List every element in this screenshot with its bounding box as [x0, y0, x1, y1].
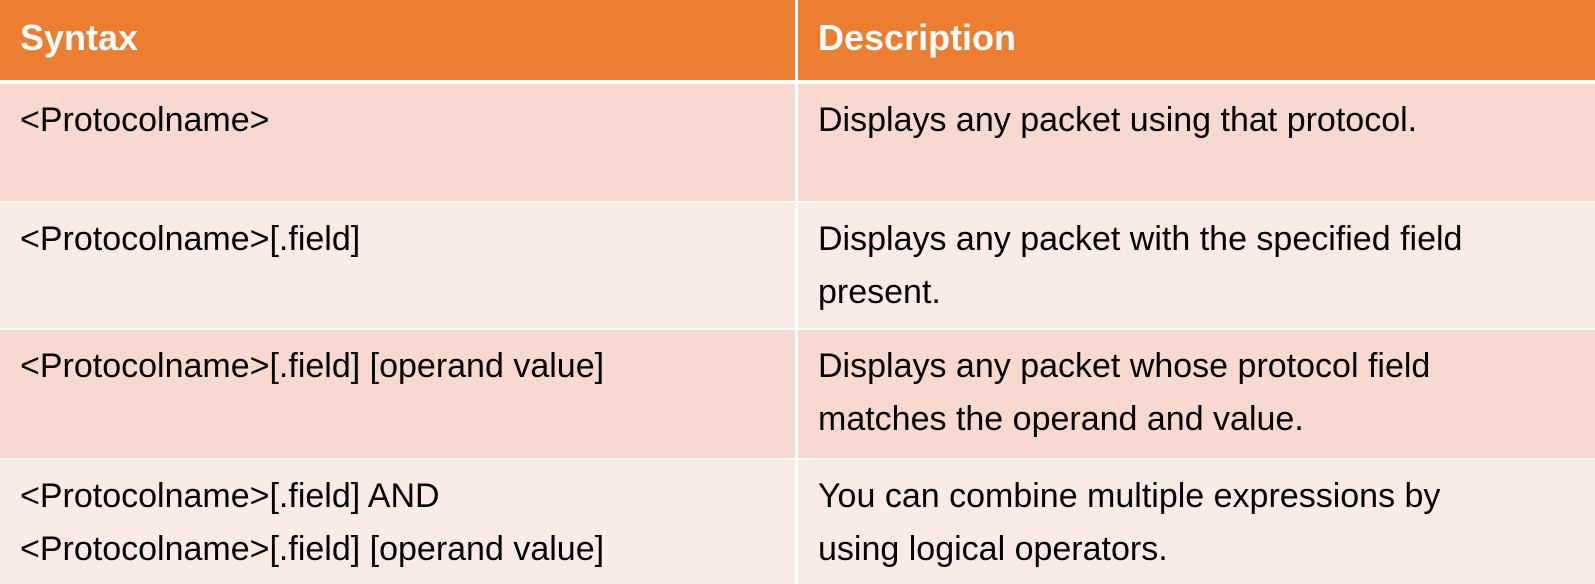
syntax-text: <Protocolname>[.field]	[20, 220, 361, 258]
description-text: Displays any packet with the specified f…	[818, 220, 1463, 258]
header-description: Description	[798, 0, 1595, 84]
row-2-syntax: <Protocolname>[.field]	[0, 203, 798, 330]
description-text: Displays any packet whose protocol field	[818, 347, 1431, 385]
row-1-description: Displays any packet using that protocol.	[798, 84, 1595, 203]
row-3-description: Displays any packet whose protocol field…	[798, 330, 1595, 460]
row-4-syntax: <Protocolname>[.field] AND <Protocolname…	[0, 460, 798, 584]
description-text: present.	[818, 273, 941, 311]
syntax-text: <Protocolname>	[20, 101, 270, 139]
syntax-text: <Protocolname>[.field] [operand value]	[20, 530, 605, 568]
description-text: Displays any packet using that protocol.	[818, 101, 1418, 139]
description-text: using logical operators.	[818, 530, 1168, 568]
row-2-description: Displays any packet with the specified f…	[798, 203, 1595, 330]
row-4-description: You can combine multiple expressions by …	[798, 460, 1595, 584]
description-text: matches the operand and value.	[818, 400, 1304, 438]
syntax-text: <Protocolname>[.field] [operand value]	[20, 347, 605, 385]
syntax-table: Syntax Description <Protocolname> Displa…	[0, 0, 1595, 584]
header-syntax: Syntax	[0, 0, 798, 84]
row-3-syntax: <Protocolname>[.field] [operand value]	[0, 330, 798, 460]
syntax-text: <Protocolname>[.field] AND	[20, 477, 440, 515]
description-text: You can combine multiple expressions by	[818, 477, 1441, 515]
row-1-syntax: <Protocolname>	[0, 84, 798, 203]
